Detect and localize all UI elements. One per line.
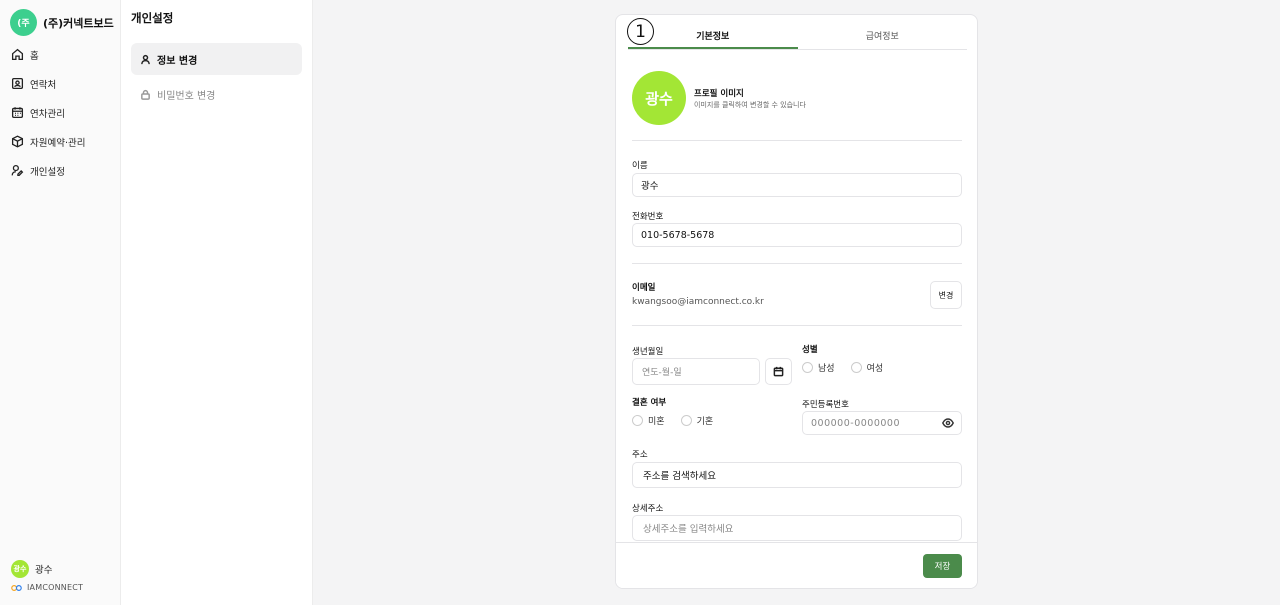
- home-icon: [11, 48, 24, 61]
- user-icon: [141, 54, 150, 64]
- nav-item-label: 연차관리: [30, 108, 65, 120]
- email-label: 이메일: [632, 283, 656, 293]
- card-footer: 저장: [616, 542, 977, 588]
- nav-item-leave[interactable]: 연차관리: [0, 98, 121, 127]
- radio-label: 남성: [818, 364, 835, 374]
- rrn-label: 주민등록번호: [802, 400, 849, 410]
- radio-circle: [802, 362, 813, 373]
- radio-circle: [632, 415, 643, 426]
- marriage-label: 결혼 여부: [632, 398, 667, 408]
- user-name: 광수: [35, 565, 53, 576]
- gender-radio-group: 남성 여성: [802, 361, 883, 374]
- nav-item-settings[interactable]: 개인설정: [0, 156, 121, 185]
- eye-icon[interactable]: [942, 418, 954, 428]
- nav-item-home[interactable]: 홈: [0, 40, 121, 69]
- rrn-input[interactable]: 000000-0000000: [802, 411, 962, 435]
- radio-circle: [680, 415, 692, 426]
- address-search-input[interactable]: 주소를 검색하세요: [632, 462, 962, 488]
- birth-label: 생년월일: [632, 347, 664, 357]
- gender-female-radio[interactable]: 여성: [850, 361, 884, 374]
- calendar-icon: [11, 107, 24, 119]
- radio-label: 미혼: [648, 417, 665, 427]
- divider: [632, 263, 962, 264]
- save-button[interactable]: 저장: [923, 554, 962, 578]
- rrn-placeholder: 000000-0000000: [811, 417, 901, 429]
- birth-date-input[interactable]: 연도-월-일: [632, 358, 760, 385]
- submenu-item-profile[interactable]: 정보 변경: [131, 43, 302, 75]
- profile-image-hint: 이미지를 클릭하여 변경할 수 있습니다: [694, 101, 806, 109]
- brand[interactable]: (주 (주)커넥트보드: [10, 9, 114, 36]
- profile-card: 기본정보 급여정보 1 광수 프로필 이미지 이미지를 클릭하여 변경할 수 있…: [615, 14, 978, 589]
- radio-label: 여성: [866, 364, 884, 374]
- marriage-married-radio[interactable]: 기혼: [680, 414, 714, 427]
- marriage-radio-group: 미혼 기혼: [632, 414, 713, 427]
- nav-list: 홈 연락처 연차관리 자원예약·관리 개인설정: [0, 40, 121, 185]
- marriage-single-radio[interactable]: 미혼: [632, 414, 665, 427]
- detail-address-input[interactable]: 상세주소를 입력하세요: [632, 515, 962, 541]
- nav-item-label: 홈: [30, 50, 39, 62]
- current-user[interactable]: 광수 광수: [11, 560, 52, 578]
- phone-input[interactable]: 010-5678-5678: [632, 223, 962, 247]
- divider: [632, 325, 962, 326]
- phone-label: 전화번호: [632, 212, 664, 222]
- company-logo-icon: [11, 584, 22, 591]
- date-picker-button[interactable]: [765, 358, 792, 385]
- nav-item-label: 자원예약·관리: [30, 137, 86, 149]
- nav-item-label: 개인설정: [30, 166, 65, 178]
- nav-item-resources[interactable]: 자원예약·관리: [0, 127, 121, 156]
- nav-item-label: 연락처: [30, 79, 57, 91]
- divider: [632, 140, 962, 141]
- tab-bar: 기본정보 급여정보: [628, 25, 967, 50]
- email-value: kwangsoo@iamconnect.co.kr: [632, 297, 764, 307]
- submenu-item-label: 비밀번호 변경: [157, 90, 216, 102]
- step-marker: 1: [627, 18, 654, 45]
- profile-avatar[interactable]: 광수: [632, 71, 686, 125]
- brand-name: (주)커넥트보드: [43, 16, 114, 30]
- settings-submenu: 개인설정 정보 변경 비밀번호 변경: [121, 0, 313, 605]
- company-footer: IAMCONNECT: [11, 583, 83, 592]
- lock-icon: [141, 89, 150, 100]
- user-edit-icon: [11, 164, 24, 177]
- address-label: 주소: [632, 450, 648, 460]
- contact-icon: [11, 77, 24, 90]
- radio-circle: [850, 362, 862, 373]
- company-name: IAMCONNECT: [27, 583, 84, 592]
- calendar-icon: [773, 366, 784, 377]
- submenu-item-password[interactable]: 비밀번호 변경: [131, 78, 302, 110]
- submenu-item-label: 정보 변경: [157, 55, 198, 67]
- nav-item-contacts[interactable]: 연락처: [0, 69, 121, 98]
- gender-label: 성별: [802, 345, 818, 355]
- main-sidebar: (주 (주)커넥트보드 홈 연락처 연차관리 자원예약·관리 개인설정 광수 광…: [0, 0, 121, 605]
- name-input[interactable]: 광수: [632, 173, 962, 197]
- tab-salary-info[interactable]: 급여정보: [798, 25, 968, 49]
- avatar: 광수: [11, 560, 29, 578]
- email-change-button[interactable]: 변경: [930, 281, 962, 309]
- brand-logo: (주: [10, 9, 37, 36]
- gender-male-radio[interactable]: 남성: [802, 361, 835, 374]
- submenu-title: 개인설정: [131, 11, 174, 25]
- profile-image-title: 프로필 이미지: [694, 89, 744, 99]
- box-icon: [11, 135, 24, 148]
- name-label: 이름: [632, 161, 648, 171]
- radio-label: 기혼: [696, 417, 714, 427]
- detail-address-label: 상세주소: [632, 504, 664, 514]
